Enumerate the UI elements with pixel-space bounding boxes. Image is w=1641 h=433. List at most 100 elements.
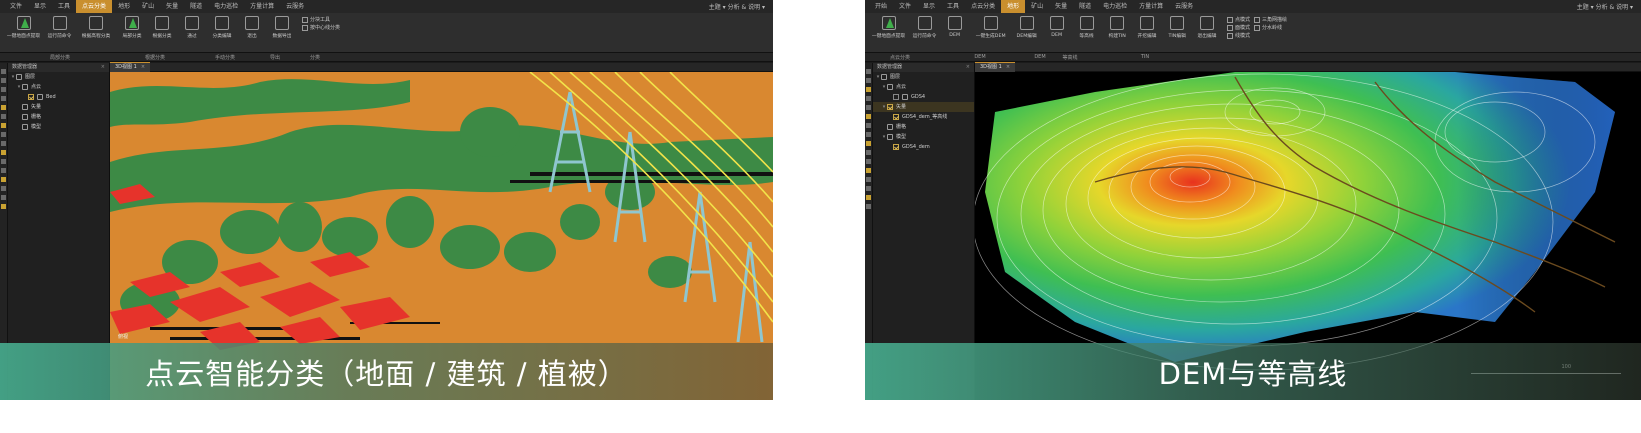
menu-item-tools[interactable]: 工具 (52, 0, 76, 13)
face-mode-button[interactable]: 面模式 (1227, 24, 1250, 32)
export-button[interactable]: 数据导出 (268, 16, 296, 39)
menu-item-file[interactable]: 文件 (893, 0, 917, 13)
tab-3d-view[interactable]: 3D视图 1 × (975, 62, 1016, 72)
menu-right-controls[interactable]: 主题 ▾ 分析 & 说明 ▾ (1577, 2, 1641, 11)
tool-icon[interactable] (1, 204, 6, 209)
tree-item-model[interactable]: ▾ 模型 (873, 132, 974, 142)
menu-item-view[interactable]: 显示 (917, 0, 941, 13)
classify-by-elevation-button[interactable]: 根据高程分类 (76, 16, 116, 39)
tool-icon[interactable] (1, 96, 6, 101)
tab-3d-view[interactable]: 3D视图 1 × (110, 62, 151, 72)
close-icon[interactable]: × (966, 63, 974, 72)
contour-button[interactable]: 等高线 (1073, 16, 1101, 39)
tree-item-vector[interactable]: ▾ 矢量 (873, 102, 974, 112)
tool-icon[interactable] (1, 78, 6, 83)
excavation-edit-button[interactable]: 开挖编辑 (1133, 16, 1161, 39)
dem-button-2[interactable]: DEM (1043, 16, 1071, 38)
tool-icon[interactable] (866, 195, 871, 200)
tool-icon[interactable] (1, 150, 6, 155)
checkbox[interactable] (893, 144, 899, 150)
menu-item-tools[interactable]: 工具 (941, 0, 965, 13)
exit-edit-button[interactable]: 退出编辑 (1193, 16, 1221, 39)
tool-icon[interactable] (1, 114, 6, 119)
tree-item-layers[interactable]: ▾ 图层 (8, 72, 109, 82)
classify-by-button[interactable]: 根据分类 (148, 16, 176, 39)
watershed-button[interactable]: 分水岭线 (1254, 24, 1287, 32)
tree-item-raster[interactable]: 栅格 (8, 112, 109, 122)
menu-item-power[interactable]: 电力巡检 (208, 0, 244, 13)
generate-dem-button[interactable]: 一键生成DEM (971, 16, 1011, 39)
checkbox[interactable] (893, 114, 899, 120)
checkbox[interactable] (28, 94, 34, 100)
menu-item-vector[interactable]: 矢量 (160, 0, 184, 13)
menu-item-tunnel[interactable]: 隧道 (184, 0, 208, 13)
tree-item-vector[interactable]: 矢量 (8, 102, 109, 112)
tool-icon[interactable] (866, 105, 871, 110)
tool-icon[interactable] (866, 78, 871, 83)
split-tool-button[interactable]: 分块工具 (302, 16, 340, 24)
tool-icon[interactable] (866, 159, 871, 164)
menu-right-controls[interactable]: 主题 ▾ 分析 & 说明 ▾ (709, 2, 773, 11)
tool-icon[interactable] (1, 168, 6, 173)
tree-item-pointcloud[interactable]: ▾ 点云 (8, 82, 109, 92)
tool-icon[interactable] (866, 150, 871, 155)
close-icon[interactable]: × (101, 63, 109, 72)
menu-item-terrain[interactable]: 地形 (112, 0, 136, 13)
line-mode-button[interactable]: 线模式 (1227, 32, 1250, 40)
menu-item-view[interactable]: 显示 (28, 0, 52, 13)
menu-item-start[interactable]: 开始 (869, 0, 893, 13)
ground-extract-button[interactable]: 一键地面点提取 (869, 16, 909, 39)
tree-item-gds4-dem[interactable]: GDS4_dem (873, 142, 974, 152)
close-icon[interactable]: × (1006, 64, 1010, 70)
tool-icon[interactable] (1, 123, 6, 128)
tree-item-bed[interactable]: Bed (8, 92, 109, 102)
tool-icon[interactable] (866, 177, 871, 182)
tool-icon[interactable] (1, 159, 6, 164)
tree-item-contours[interactable]: GDS4_dem_等高线 (873, 112, 974, 122)
tool-icon[interactable] (866, 168, 871, 173)
point-mode-button[interactable]: 点模式 (1227, 16, 1250, 24)
tool-icon[interactable] (866, 123, 871, 128)
tool-icon[interactable] (1, 177, 6, 182)
close-icon[interactable]: × (141, 64, 145, 70)
menu-item-classification[interactable]: 点云分类 (76, 0, 113, 13)
checkbox[interactable] (887, 104, 893, 110)
tin-outline-button[interactable]: 三角网描绘 (1254, 16, 1287, 24)
tool-icon[interactable] (866, 132, 871, 137)
centerline-classify-button[interactable]: 按中心线分类 (302, 24, 340, 32)
menu-item-volume[interactable]: 方量计算 (244, 0, 280, 13)
tree-item-model[interactable]: 模型 (8, 122, 109, 132)
build-tin-button[interactable]: 构建TIN (1103, 16, 1131, 39)
menu-item-mining[interactable]: 矿山 (1025, 0, 1049, 13)
tree-item-pointcloud[interactable]: ▾ 点云 (873, 82, 974, 92)
tool-icon[interactable] (866, 204, 871, 209)
tin-edit-button[interactable]: TIN编辑 (1163, 16, 1191, 39)
menu-item-classification[interactable]: 点云分类 (965, 0, 1001, 13)
checkbox[interactable] (893, 94, 899, 100)
menu-item-cloud[interactable]: 云服务 (1169, 0, 1199, 13)
classify-edit-button[interactable]: 分类编辑 (208, 16, 236, 39)
dem-button[interactable]: DEM (941, 16, 969, 38)
tool-icon[interactable] (866, 69, 871, 74)
tool-icon[interactable] (866, 87, 871, 92)
tool-icon[interactable] (866, 96, 871, 101)
exit-button[interactable]: 退出 (238, 16, 266, 39)
tool-icon[interactable] (1, 87, 6, 92)
dem-edit-button[interactable]: DEM编辑 (1013, 16, 1041, 39)
run-command-button[interactable]: 运行前命令 (911, 16, 939, 39)
menu-item-mining[interactable]: 矿山 (136, 0, 160, 13)
tool-icon[interactable] (1, 195, 6, 200)
menu-item-terrain[interactable]: 地形 (1001, 0, 1026, 13)
menu-item-cloud[interactable]: 云服务 (280, 0, 310, 13)
pass-button[interactable]: 通过 (178, 16, 206, 39)
menu-item-power[interactable]: 电力巡检 (1097, 0, 1133, 13)
menu-item-file[interactable]: 文件 (4, 0, 28, 13)
ground-extract-button[interactable]: 一键地面点提取 (4, 16, 44, 39)
run-command-button[interactable]: 运行前命令 (46, 16, 74, 39)
tool-icon[interactable] (1, 69, 6, 74)
tool-icon[interactable] (1, 186, 6, 191)
tool-icon[interactable] (866, 186, 871, 191)
tree-item-layers[interactable]: ▾ 图层 (873, 72, 974, 82)
local-classify-button[interactable]: 局部分类 (118, 16, 146, 39)
tool-icon[interactable] (1, 141, 6, 146)
